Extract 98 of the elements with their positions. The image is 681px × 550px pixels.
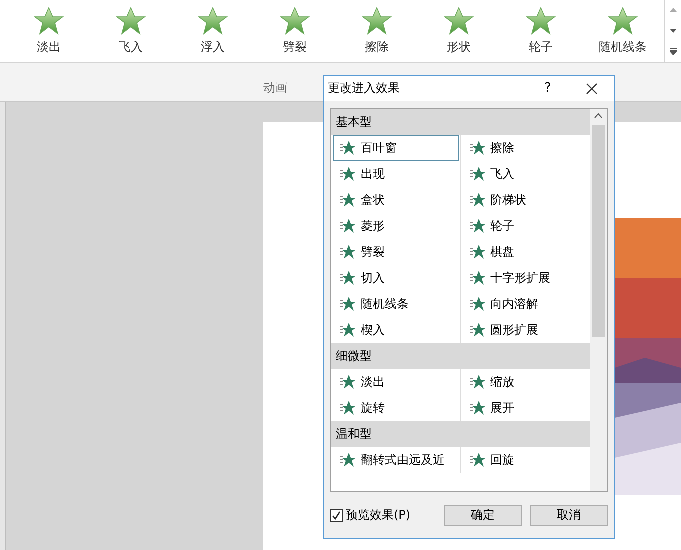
star-icon [470,219,486,233]
effect-label: 圆形扩展 [490,322,538,338]
checkbox[interactable] [330,508,343,522]
help-button[interactable]: ? [526,76,570,101]
effect-item[interactable]: 轮子 [462,213,588,239]
effect-item[interactable]: 飞入 [462,161,588,187]
animation-effect-button[interactable]: 轮子 [500,0,582,62]
star-icon [470,323,486,337]
effect-item[interactable]: 盒状 [333,187,458,213]
effect-item[interactable]: 阶梯状 [462,187,588,213]
animation-effect-button[interactable]: 随机线条 [582,0,664,62]
more-icon [670,48,676,56]
star-icon [198,6,228,34]
effect-item[interactable]: 劈裂 [333,239,458,265]
effect-item[interactable]: 淡出 [333,369,458,395]
star-icon [340,141,356,155]
animation-effect-button[interactable]: 形状 [418,0,500,62]
effect-item[interactable]: 楔入 [333,317,458,343]
star-icon [340,245,356,259]
effect-label: 缩放 [490,374,514,390]
star-icon [470,167,486,181]
effect-label: 回旋 [490,452,514,468]
scrollbar[interactable] [590,109,607,491]
effect-item[interactable]: 展开 [462,395,588,421]
effect-label: 百叶窗 [361,140,397,156]
close-icon [586,82,598,94]
effect-label: 轮子 [490,218,514,234]
effect-label: 向内溶解 [490,296,538,312]
effect-label: 劈裂 [361,244,385,260]
effect-item[interactable]: 出现 [333,161,458,187]
effect-label: 展开 [490,400,514,416]
star-icon [470,193,486,207]
effect-item[interactable]: 翻转式由远及近 [333,447,458,473]
effect-label: 旋转 [361,400,385,416]
effect-label: 出现 [361,166,385,182]
star-icon [340,375,356,389]
effect-label: 切入 [361,270,385,286]
star-icon [470,375,486,389]
effect-label: 淡出 [361,374,385,390]
effect-label: 棋盘 [490,244,514,260]
effect-item[interactable]: 擦除 [462,135,588,161]
effect-item[interactable]: 随机线条 [333,291,458,317]
star-icon [34,6,64,34]
star-icon [340,167,356,181]
effect-item[interactable]: 缩放 [462,369,588,395]
caret-down-icon [670,29,676,33]
effect-label: 擦除 [490,140,514,156]
effect-label: 楔入 [361,322,385,338]
group-header: 温和型 [331,421,590,447]
dialog-title: 更改进入效果 [328,80,401,97]
star-icon [340,271,356,285]
animation-effect-button[interactable]: 浮入 [172,0,254,62]
effect-label: 随机线条 [361,296,409,312]
effect-item[interactable]: 旋转 [333,395,458,421]
star-icon [444,6,474,34]
star-icon [470,245,486,259]
group-header: 基本型 [331,109,590,135]
star-icon [280,6,310,34]
animation-effect-button[interactable]: 擦除 [336,0,418,62]
star-icon [470,297,486,311]
star-icon [340,453,356,467]
star-icon [470,271,486,285]
star-icon [470,401,486,415]
star-icon [470,141,486,155]
group-header: 细微型 [331,343,590,369]
star-icon [340,323,356,337]
effect-item[interactable]: 菱形 [333,213,458,239]
star-icon [470,453,486,467]
star-icon [362,6,392,34]
checkbox-label: 预览效果(P) [346,506,411,524]
effect-item[interactable]: 棋盘 [462,239,588,265]
star-icon [340,219,356,233]
effect-item[interactable]: 回旋 [462,447,588,473]
animation-effect-button[interactable]: 淡出 [8,0,90,62]
star-icon [116,6,146,34]
caret-up-icon [670,8,676,12]
dialog-button[interactable]: 取消 [530,504,608,526]
effect-item[interactable]: 十字形扩展 [462,265,588,291]
effect-label: 十字形扩展 [490,270,550,286]
star-icon [340,297,356,311]
animation-effect-button[interactable]: 飞入 [90,0,172,62]
animation-effect-button[interactable]: 劈裂 [254,0,336,62]
group-label: 动画 [264,80,288,97]
effect-item[interactable]: 百叶窗 [333,135,458,161]
effect-item[interactable]: 向内溶解 [462,291,588,317]
effect-label: 阶梯状 [490,192,526,208]
effect-label: 盒状 [361,192,385,208]
star-icon [340,401,356,415]
effect-item[interactable]: 切入 [333,265,458,291]
scroll-thumb[interactable] [592,125,605,337]
star-icon [340,193,356,207]
effect-item[interactable]: 圆形扩展 [462,317,588,343]
effect-label: 翻转式由远及近 [361,452,445,468]
effect-label: 飞入 [490,166,514,182]
effect-label: 菱形 [361,218,385,234]
dialog-button[interactable]: 确定 [444,504,522,526]
star-icon [526,6,556,34]
star-icon [608,6,638,34]
